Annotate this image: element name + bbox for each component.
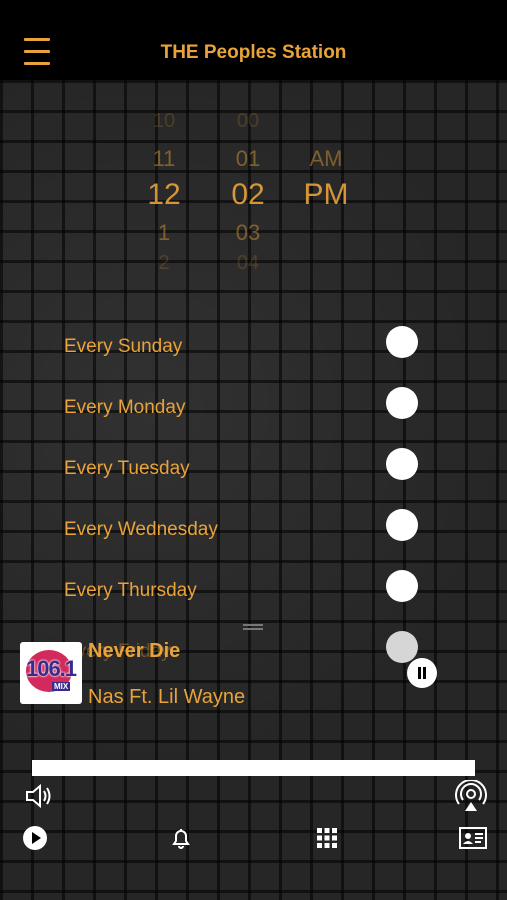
hour-option[interactable]: 2 (134, 252, 194, 275)
minute-selected[interactable]: 02 (218, 178, 278, 212)
contact-card-icon[interactable] (458, 825, 488, 851)
station-logo: 106.1 MIX (20, 642, 82, 704)
mini-player[interactable]: 106.1 MIX Never Die Nas Ft. Lil Wayne (0, 624, 507, 710)
minute-option[interactable]: 04 (218, 252, 278, 275)
period-option[interactable]: AM (296, 146, 356, 172)
hour-option[interactable]: 11 (134, 146, 194, 172)
day-label: Every Wednesday (64, 519, 218, 540)
hour-selected[interactable]: 12 (134, 178, 194, 212)
thursday-toggle[interactable] (386, 570, 418, 602)
bottom-tab-bar (0, 815, 507, 865)
day-row-sunday[interactable]: Every Sunday (64, 326, 424, 366)
day-label: Every Monday (64, 397, 186, 418)
airplay-icon[interactable] (455, 780, 487, 812)
day-row-tuesday[interactable]: Every Tuesday (64, 448, 424, 488)
day-row-monday[interactable]: Every Monday (64, 387, 424, 427)
logo-sub: MIX (52, 682, 71, 691)
play-icon[interactable] (22, 825, 48, 851)
tuesday-toggle[interactable] (386, 448, 418, 480)
speaker-icon[interactable] (24, 782, 54, 810)
hour-option[interactable]: 1 (134, 220, 194, 246)
time-picker[interactable]: 10 11 12 1 2 00 01 02 03 04 AM PM (64, 100, 444, 285)
drag-handle-icon[interactable] (243, 624, 263, 630)
minute-option[interactable]: 03 (218, 220, 278, 246)
minute-option[interactable]: 01 (218, 146, 278, 172)
pause-button[interactable] (407, 658, 437, 688)
day-row-wednesday[interactable]: Every Wednesday (64, 509, 424, 549)
page-title: THE Peoples Station (160, 42, 347, 63)
minute-option[interactable]: 00 (218, 110, 278, 133)
day-label: Every Sunday (64, 336, 183, 357)
day-label: Every Thursday (64, 580, 197, 601)
day-row-thursday[interactable]: Every Thursday (64, 570, 424, 610)
wednesday-toggle[interactable] (386, 509, 418, 541)
grid-icon[interactable] (314, 825, 340, 851)
period-selected[interactable]: PM (296, 178, 356, 212)
artist-name: Nas Ft. Lil Wayne (88, 686, 246, 708)
song-title: Never Die (88, 640, 181, 662)
logo-number: 106.1 (25, 656, 77, 681)
bell-icon[interactable] (168, 825, 194, 851)
top-navigation-bar: THE Peoples Station (0, 0, 507, 80)
sunday-toggle[interactable] (386, 326, 418, 358)
progress-bar[interactable] (32, 760, 475, 776)
day-label: Every Tuesday (64, 458, 190, 479)
monday-toggle[interactable] (386, 387, 418, 419)
hour-option[interactable]: 10 (134, 110, 194, 133)
